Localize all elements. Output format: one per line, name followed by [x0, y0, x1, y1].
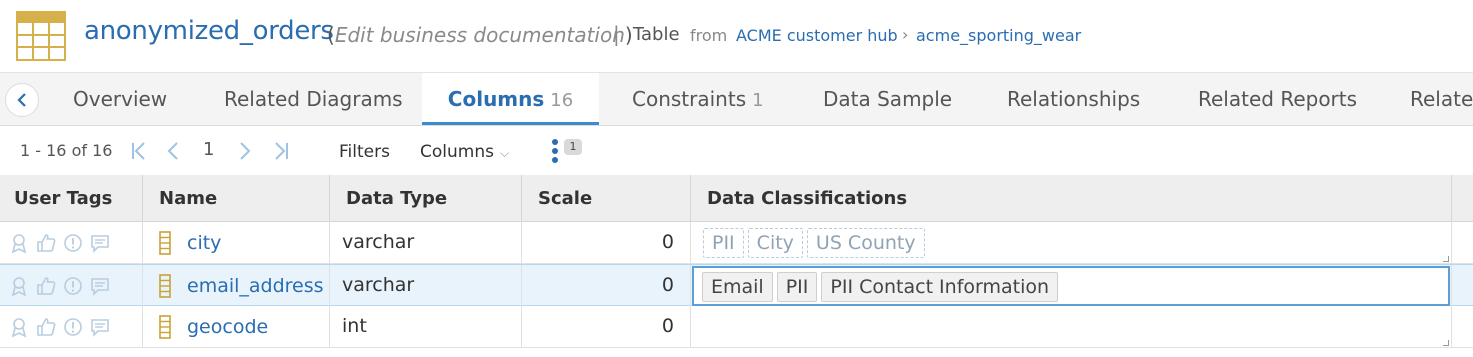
- column-icon: [159, 231, 171, 255]
- data-type-cell: varchar: [330, 222, 522, 264]
- tab-constraints[interactable]: Constraints 1: [632, 73, 764, 125]
- name-cell: geocode: [143, 306, 330, 348]
- classification-chip[interactable]: PII: [703, 228, 744, 258]
- name-cell: city: [143, 222, 330, 264]
- breadcrumb-schema[interactable]: acme_sporting_wear: [916, 26, 1081, 45]
- classification-chip[interactable]: PII Contact Information: [821, 272, 1059, 302]
- header-scale[interactable]: Scale: [522, 175, 691, 222]
- tab-related-reports[interactable]: Related Reports: [1198, 73, 1357, 125]
- classifications-cell[interactable]: [691, 306, 1452, 348]
- user-tags-cell: [0, 265, 143, 307]
- tab-bar: Overview Related Diagrams Columns 16 Cons…: [0, 73, 1473, 126]
- tab-columns[interactable]: Columns 16: [422, 73, 599, 125]
- columns-dropdown[interactable]: Columns ⌵: [420, 142, 509, 162]
- header-data-type[interactable]: Data Type: [330, 175, 522, 222]
- classification-chip[interactable]: Email: [702, 272, 773, 302]
- breadcrumb-separator: ›: [902, 25, 909, 44]
- user-tags-cell: [0, 222, 143, 264]
- last-page-icon[interactable]: [272, 140, 290, 162]
- header-user-tags[interactable]: User Tags: [0, 175, 143, 222]
- scale-cell: 0: [522, 265, 691, 307]
- data-type-cell: varchar: [330, 265, 522, 307]
- comment-icon[interactable]: [89, 275, 111, 297]
- header-name[interactable]: Name: [143, 175, 330, 222]
- page-title: anonymized_orders: [84, 16, 334, 46]
- breadcrumb-datasource[interactable]: ACME customer hub: [736, 26, 898, 45]
- classifications-editor[interactable]: Email PII PII Contact Information: [692, 266, 1450, 306]
- table-icon: [16, 11, 66, 61]
- tab-related-diagrams[interactable]: Related Diagrams: [224, 73, 403, 125]
- object-type: Table: [633, 24, 680, 45]
- filters-button[interactable]: Filters: [339, 142, 390, 162]
- classifications-cell[interactable]: PII City US County: [691, 222, 1452, 264]
- column-name-link[interactable]: geocode: [187, 316, 268, 338]
- resize-handle[interactable]: [1443, 340, 1449, 346]
- edit-documentation-link[interactable]: (Edit business documentation): [327, 23, 633, 47]
- warning-icon[interactable]: [62, 316, 84, 338]
- next-page-icon[interactable]: [238, 140, 252, 162]
- endorse-icon[interactable]: [35, 316, 57, 338]
- certify-icon[interactable]: [8, 316, 30, 338]
- header-data-classifications[interactable]: Data Classifications: [691, 175, 1452, 222]
- grid-toolbar: 1 - 16 of 16 1 Filters Columns ⌵ 1: [0, 126, 1473, 175]
- first-page-icon[interactable]: [130, 140, 148, 162]
- endorse-icon[interactable]: [35, 232, 57, 254]
- grid-header: User Tags Name Data Type Scale Data Clas…: [0, 175, 1473, 222]
- certify-icon[interactable]: [8, 232, 30, 254]
- options-count-badge: 1: [564, 139, 582, 155]
- column-name-link[interactable]: email_address: [187, 275, 324, 297]
- classification-chip[interactable]: PII: [776, 272, 818, 302]
- table-row[interactable]: geocode int 0: [0, 306, 1473, 348]
- scale-cell: 0: [522, 306, 691, 348]
- classifications-cell[interactable]: Email PII PII Contact Information: [691, 265, 1452, 307]
- certify-icon[interactable]: [8, 275, 30, 297]
- data-type-cell: int: [330, 306, 522, 348]
- page-header: anonymized_orders (Edit business documen…: [0, 0, 1473, 73]
- classification-chip[interactable]: US County: [806, 228, 925, 258]
- column-icon: [159, 315, 171, 339]
- warning-icon[interactable]: [62, 232, 84, 254]
- tab-data-sample[interactable]: Data Sample: [823, 73, 952, 125]
- prev-page-icon[interactable]: [166, 140, 180, 162]
- column-name-link[interactable]: city: [187, 232, 221, 254]
- name-cell: email_address: [143, 265, 330, 307]
- warning-icon[interactable]: [62, 275, 84, 297]
- pagination-range: 1 - 16 of 16: [20, 141, 113, 160]
- tab-relationships[interactable]: Relationships: [1007, 73, 1140, 125]
- comment-icon[interactable]: [89, 316, 111, 338]
- endorse-icon[interactable]: [35, 275, 57, 297]
- table-row-selected[interactable]: email_address varchar 0 Email PII PII Co…: [0, 264, 1473, 307]
- header-separator: |: [613, 22, 620, 46]
- from-label: from: [690, 26, 728, 45]
- more-options-icon[interactable]: [552, 139, 562, 165]
- tab-overview[interactable]: Overview: [73, 73, 167, 125]
- page-number[interactable]: 1: [203, 139, 214, 160]
- column-icon: [159, 274, 171, 298]
- resize-handle[interactable]: [1443, 256, 1449, 262]
- tab-related[interactable]: Related: [1410, 73, 1473, 125]
- tabs-back-button[interactable]: [5, 83, 39, 117]
- scale-cell: 0: [522, 222, 691, 264]
- classification-chip[interactable]: City: [747, 228, 803, 258]
- comment-icon[interactable]: [89, 232, 111, 254]
- chevron-left-icon: [17, 93, 26, 107]
- user-tags-cell: [0, 306, 143, 348]
- table-row[interactable]: city varchar 0 PII City US County: [0, 222, 1473, 264]
- chevron-down-icon: ⌵: [499, 146, 510, 160]
